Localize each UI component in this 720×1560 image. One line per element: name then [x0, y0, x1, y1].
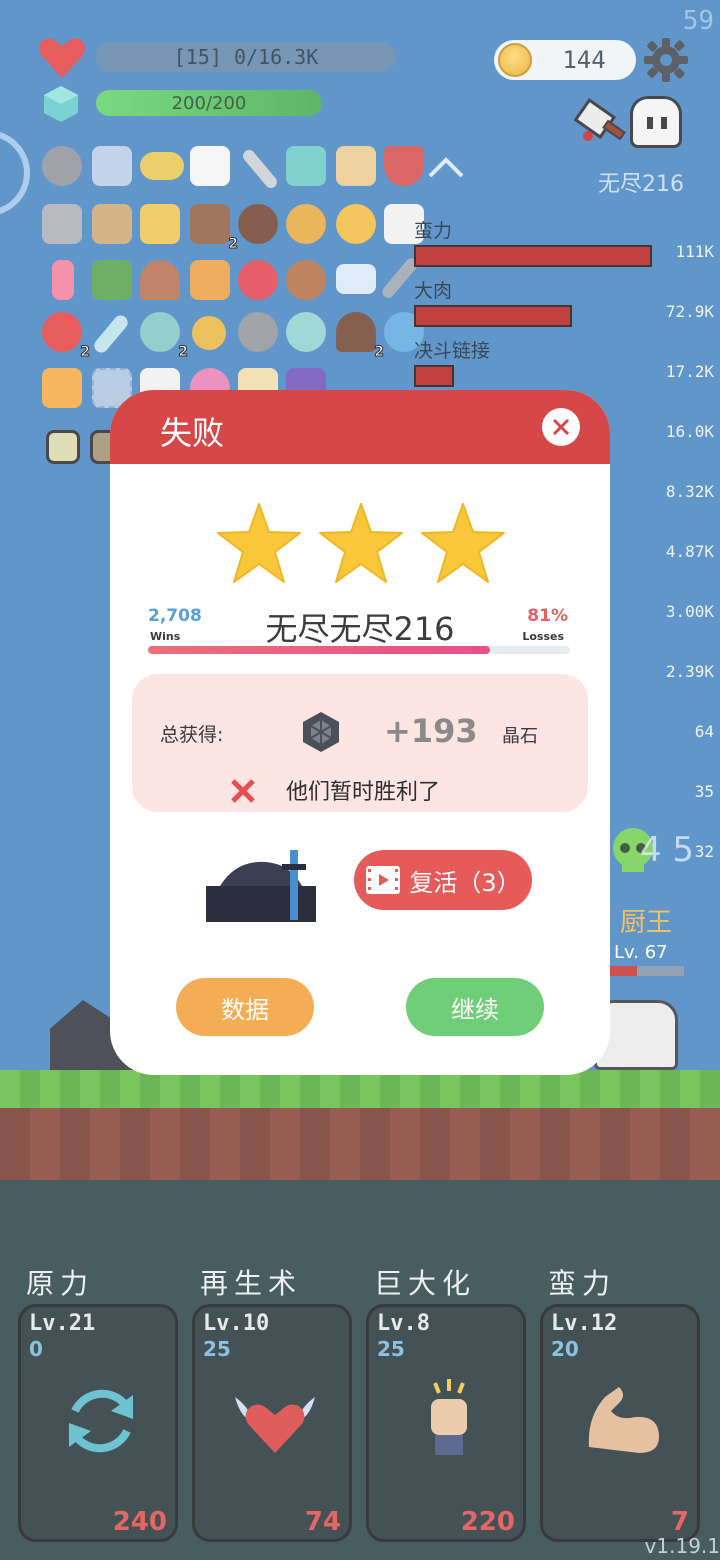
win-loss-bar — [148, 646, 570, 654]
data-button[interactable]: 数据 — [176, 978, 314, 1036]
revive-label: 复活（3） — [409, 868, 521, 897]
losses-label: Losses — [522, 630, 564, 643]
reward-unit: 晶石 — [502, 726, 538, 747]
cross-icon — [231, 779, 255, 803]
star-rating — [216, 502, 506, 586]
win-loss-fill — [148, 646, 490, 654]
close-icon — [552, 418, 570, 436]
defeat-message: 他们暂时胜利了 — [286, 780, 441, 805]
dialog-title: 失败 — [160, 414, 225, 452]
reward-amount: +193 — [384, 712, 478, 750]
close-button[interactable] — [542, 408, 580, 446]
reward-panel: 总获得: +193 晶石 他们暂时胜利了 — [132, 674, 588, 812]
losses-value: 81% — [527, 606, 568, 626]
continue-button[interactable]: 继续 — [406, 978, 544, 1036]
defeat-dialog: 失败 2,708 Wins 无尽无尽216 81% Losses 总获得: +1… — [110, 390, 610, 1075]
reward-label: 总获得: — [160, 724, 224, 746]
star-icon — [421, 503, 505, 583]
revive-button[interactable]: 复活（3） — [354, 850, 532, 910]
star-icon — [217, 503, 301, 583]
star-icon — [319, 503, 403, 583]
video-ad-icon — [366, 866, 401, 894]
fallen-knight-sprite — [206, 850, 316, 922]
crystal-icon — [303, 712, 339, 752]
